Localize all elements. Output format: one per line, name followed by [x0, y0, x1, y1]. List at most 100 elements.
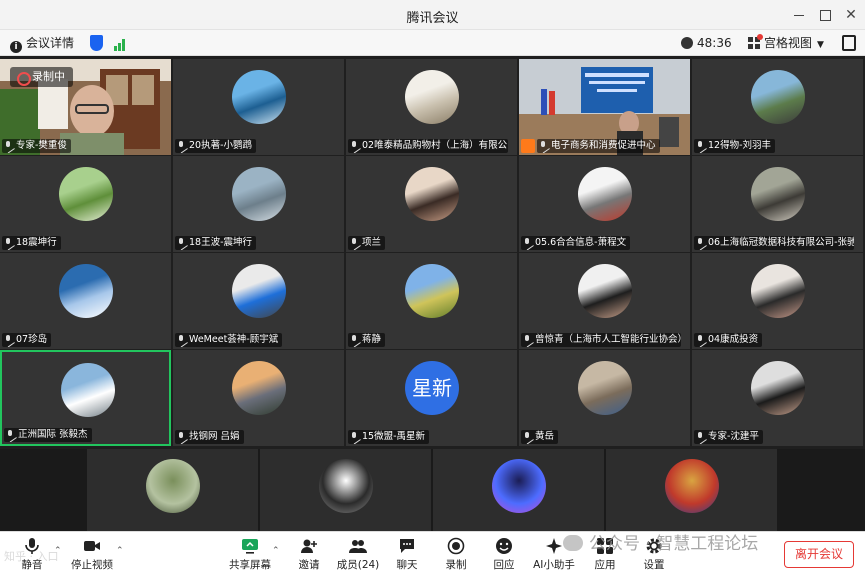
participant-name: 12得物-刘羽丰 [708, 140, 772, 151]
members-button[interactable]: 成员(24) [334, 535, 382, 577]
avatar [59, 264, 113, 318]
participant-name: 找钢网 吕娟 [189, 431, 240, 442]
participant-name-label: 曾惊青（上海市人工智能行业协会） [521, 333, 681, 347]
avatar [405, 264, 459, 318]
avatar [232, 167, 286, 221]
avatar [751, 361, 805, 415]
avatar [232, 264, 286, 318]
network-signal-icon[interactable] [114, 35, 128, 51]
avatar [232, 70, 286, 124]
microphone-icon [351, 432, 357, 441]
participant-name-label: 07珍岛 [2, 333, 52, 347]
participant-tile[interactable]: 04康成投资 [692, 253, 863, 349]
participant-name: 曾惊青（上海市人工智能行业协会） [535, 334, 681, 345]
participant-grid: 专家-樊重俊 录制中 20执著-小鹦鹉 02唯泰精品购物村（上海）有限公... 电子商务… [0, 57, 865, 449]
close-icon[interactable]: ✕ [842, 6, 860, 24]
participant-name-label: 蒋静 [348, 333, 386, 347]
participant-tile[interactable]: 02唯泰精品购物村（上海）有限公... [346, 59, 517, 155]
participant-name-label: 专家-沈建平 [694, 430, 763, 444]
microphone-icon [351, 141, 357, 150]
avatar [61, 363, 115, 417]
participant-name-label: 15微盟-禹星新 [348, 430, 430, 444]
participant-name-label: 06上海临冠数据科技有限公司-张驰 [694, 236, 854, 250]
fullscreen-icon[interactable] [842, 35, 856, 51]
invite-button[interactable]: 邀请 [285, 535, 333, 577]
clock-icon [681, 37, 693, 49]
participant-name: 电子商务和消费促进中心 [551, 140, 656, 151]
security-shield-icon[interactable] [90, 35, 103, 51]
leave-meeting-button[interactable]: 离开会议 [784, 541, 854, 568]
share-screen-icon [241, 537, 259, 555]
record-button[interactable]: 录制 [432, 535, 480, 577]
video-options-chevron-icon[interactable]: ⌃ [116, 546, 124, 556]
members-label: 成员(24) [336, 559, 380, 571]
participant-tile[interactable]: 正洲国际 张毅杰 [0, 350, 171, 446]
participant-name-label: 找钢网 吕娟 [175, 430, 244, 444]
gallery-view-icon [748, 34, 763, 49]
info-icon: i [10, 41, 22, 53]
participant-tile[interactable]: 曾惊青（上海市人工智能行业协会） [519, 253, 690, 349]
chevron-down-icon: ▼ [817, 40, 824, 50]
avatar [492, 459, 546, 513]
participant-name-label: 专家-樊重俊 [2, 139, 71, 153]
participant-tile[interactable]: 18震坤行 [0, 156, 171, 252]
reactions-button[interactable]: 回应 [480, 535, 528, 577]
participant-name: 黄岳 [535, 431, 555, 442]
participant-tile[interactable]: 电子商务和消费促进中心 [519, 59, 690, 155]
participant-name-label: 黄岳 [521, 430, 559, 444]
avatar [232, 361, 286, 415]
participant-tile[interactable]: 20执著-小鹦鹉 [173, 59, 344, 155]
chat-label: 聊天 [396, 559, 418, 571]
participant-tile[interactable]: 06上海临冠数据科技有限公司-张驰 [692, 156, 863, 252]
participant-tile[interactable]: WeMeet荟神-顾宇斌 [173, 253, 344, 349]
participant-tile[interactable]: 项兰 [346, 156, 517, 252]
participant-name: 专家-樊重俊 [16, 140, 67, 151]
participant-tile[interactable] [606, 449, 777, 531]
participant-tile[interactable]: 18王波-震坤行 [173, 156, 344, 252]
microphone-icon [351, 238, 357, 247]
participant-name-label: 02唯泰精品购物村（上海）有限公... [348, 139, 508, 153]
minimize-icon[interactable] [790, 6, 808, 24]
participant-tile[interactable] [433, 449, 604, 531]
participant-tile[interactable] [87, 449, 258, 531]
meeting-details-button[interactable]: i 会议详情 [10, 35, 74, 53]
participant-name: 07珍岛 [16, 334, 48, 345]
participant-tile[interactable]: 蒋静 [346, 253, 517, 349]
view-mode-dropdown[interactable]: 宫格视图 ▼ [748, 34, 824, 51]
microphone-icon [351, 335, 357, 344]
participant-tile[interactable]: 05.6合合信息-萧程文 [519, 156, 690, 252]
participant-tile[interactable]: 黄岳 [519, 350, 690, 446]
view-mode-label: 宫格视图 [764, 36, 813, 50]
avatar [751, 70, 805, 124]
participant-tile[interactable]: 07珍岛 [0, 253, 171, 349]
participant-tile[interactable]: 12得物-刘羽丰 [692, 59, 863, 155]
window-title: 腾讯会议 [406, 11, 459, 26]
participant-tile[interactable] [260, 449, 431, 531]
meeting-timer: 48:36 [681, 35, 732, 51]
maximize-icon[interactable] [816, 6, 834, 24]
share-options-chevron-icon[interactable]: ⌃ [272, 546, 280, 556]
participant-tile[interactable]: 专家-樊重俊 录制中 [0, 59, 171, 155]
members-icon [349, 537, 367, 555]
participant-name-label: 18王波-震坤行 [175, 236, 257, 250]
microphone-icon [540, 141, 546, 150]
avatar [405, 70, 459, 124]
microphone-icon [697, 238, 703, 247]
participant-tile[interactable]: 星新 15微盟-禹星新 [346, 350, 517, 446]
chat-button[interactable]: 聊天 [383, 535, 431, 577]
participant-name: WeMeet荟神-顾宇斌 [189, 334, 279, 345]
microphone-icon [178, 141, 184, 150]
avatar [319, 459, 373, 513]
microphone-icon [178, 335, 184, 344]
share-screen-label: 共享屏幕 [229, 559, 271, 571]
share-screen-button[interactable]: 共享屏幕 [226, 535, 274, 577]
invite-label: 邀请 [298, 559, 320, 571]
record-icon [447, 537, 465, 555]
participant-tile[interactable]: 找钢网 吕娟 [173, 350, 344, 446]
reactions-label: 回应 [493, 559, 515, 571]
microphone-icon [697, 141, 703, 150]
microphone-icon [7, 430, 13, 439]
participant-name: 18王波-震坤行 [189, 237, 253, 248]
participant-tile[interactable]: 专家-沈建平 [692, 350, 863, 446]
participant-name-label: 20执著-小鹦鹉 [175, 139, 257, 153]
